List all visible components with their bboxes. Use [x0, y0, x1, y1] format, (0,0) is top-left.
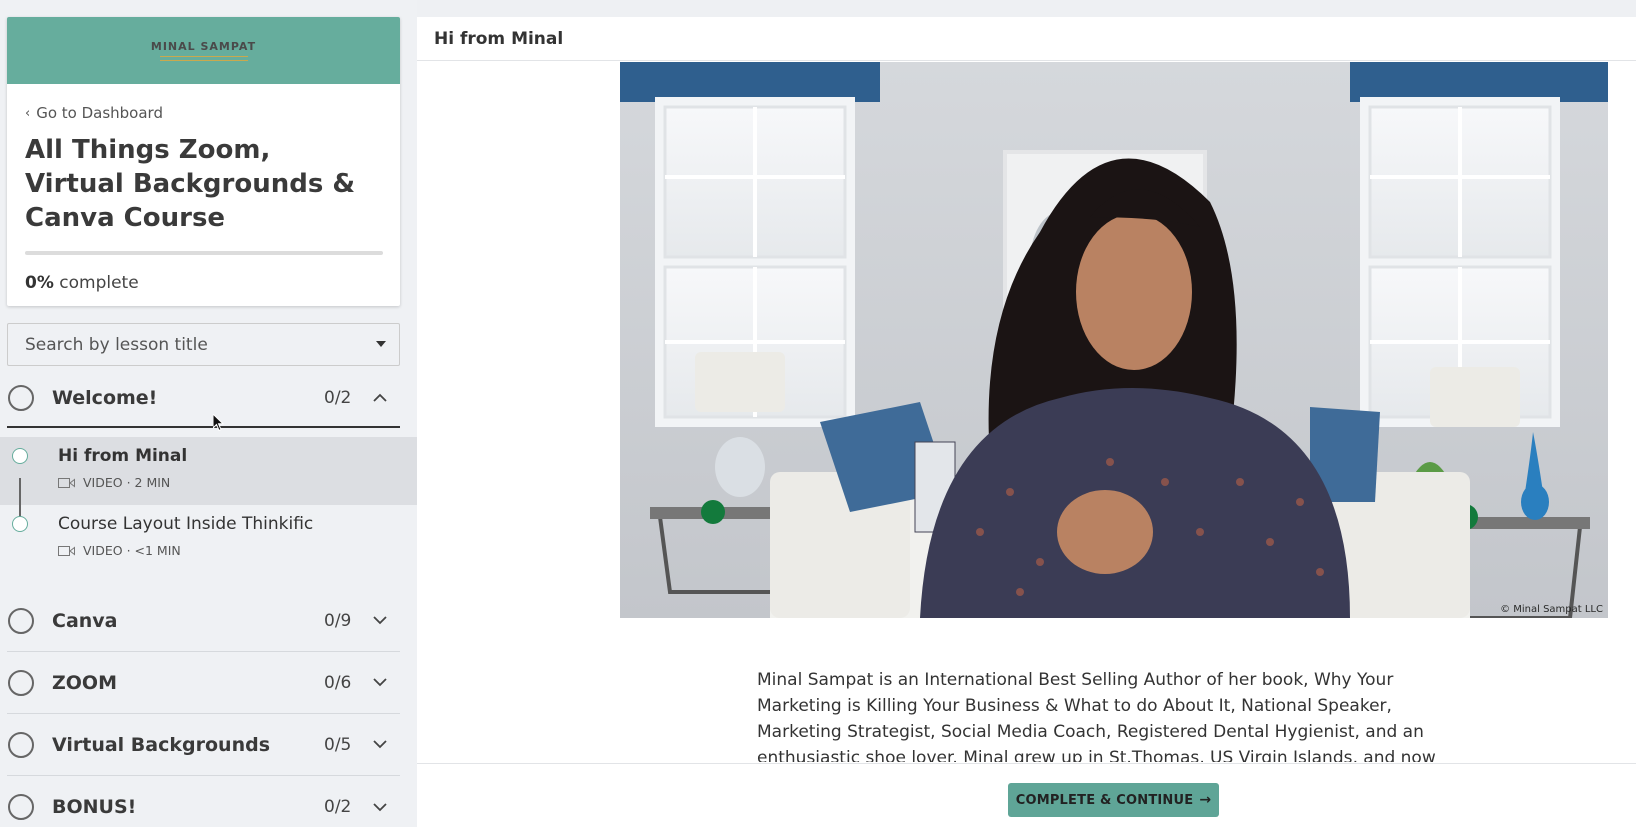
lesson-status-dot-icon — [12, 448, 28, 464]
chapter-count: 0/2 — [324, 797, 352, 817]
progress-suffix: complete — [59, 273, 139, 293]
brand-logo: MINAL SAMPAT — [150, 40, 257, 53]
lesson-meta-text: VIDEO · <1 MIN — [83, 543, 181, 558]
course-card: MINAL SAMPAT ‹ Go to Dashboard All Thing… — [7, 17, 400, 306]
chapter-welcome[interactable]: Welcome! 0/2 — [7, 369, 400, 428]
lesson-search-dropdown[interactable]: Search by lesson title — [7, 323, 400, 366]
chevron-up-icon — [372, 390, 388, 406]
chevron-down-icon — [372, 799, 388, 815]
complete-and-continue-button[interactable]: COMPLETE & CONTINUE → — [1008, 783, 1219, 817]
chapter-title: Virtual Backgrounds — [52, 733, 270, 756]
chevron-down-icon — [372, 675, 388, 691]
lesson-description: Minal Sampat is an International Best Se… — [757, 670, 1436, 762]
course-progress-bar — [25, 251, 383, 255]
back-link-label: Go to Dashboard — [36, 104, 163, 122]
brand-banner: MINAL SAMPAT — [7, 17, 400, 84]
chapter-title: ZOOM — [52, 671, 117, 694]
lesson-meta: VIDEO · <1 MIN — [58, 543, 181, 558]
cta-label: COMPLETE & CONTINUE — [1015, 792, 1194, 808]
caret-down-icon — [376, 341, 386, 347]
video-player[interactable]: © Minal Sampat LLC — [620, 62, 1608, 618]
go-to-dashboard-link[interactable]: ‹ Go to Dashboard — [25, 104, 163, 122]
arrow-right-icon: → — [1199, 792, 1212, 808]
chevron-down-icon — [372, 737, 388, 753]
chapter-status-circle-icon — [8, 731, 34, 758]
lesson-title: Hi from Minal — [58, 446, 188, 466]
chapter-bonus[interactable]: BONUS! 0/2 — [7, 776, 400, 827]
chapter-count: 0/6 — [324, 672, 352, 693]
chapter-count: 0/9 — [324, 610, 352, 631]
chapter-title: Canva — [52, 609, 118, 632]
lesson-item-course-layout[interactable]: Course Layout Inside Thinkific VIDEO · <… — [0, 505, 417, 573]
chapter-status-circle-icon — [8, 384, 34, 411]
chapter-status-circle-icon — [8, 669, 34, 696]
chapter-canva[interactable]: Canva 0/9 — [7, 590, 400, 652]
video-frame-image: © Minal Sampat LLC — [620, 62, 1608, 618]
progress-percent: 0% — [25, 273, 54, 293]
chapter-title: BONUS! — [52, 796, 137, 818]
chapter-status-circle-icon — [8, 794, 34, 820]
brand-logo-lines — [159, 56, 248, 61]
progress-text: 0% complete — [25, 273, 139, 293]
lesson-item-hi-from-minal[interactable]: Hi from Minal VIDEO · 2 MIN — [0, 437, 417, 505]
chapter-virtual-backgrounds[interactable]: Virtual Backgrounds 0/5 — [7, 714, 400, 776]
chapter-zoom[interactable]: ZOOM 0/6 — [7, 652, 400, 714]
lesson-status-dot-icon — [12, 516, 28, 532]
chevron-left-icon: ‹ — [25, 105, 31, 121]
lesson-title: Course Layout Inside Thinkific — [58, 514, 314, 534]
lesson-meta-text: VIDEO · 2 MIN — [83, 475, 171, 490]
lesson-meta: VIDEO · 2 MIN — [58, 475, 170, 490]
chapter-count: 0/5 — [324, 734, 352, 755]
chapter-count: 0/2 — [324, 387, 352, 408]
lesson-header-title: Hi from Minal — [417, 17, 1636, 61]
chevron-down-icon — [372, 613, 388, 629]
lesson-content: Hi from Minal © Minal Sampat LLC Minal S… — [417, 17, 1636, 827]
video-camera-icon — [58, 545, 75, 556]
search-placeholder: Search by lesson title — [25, 334, 208, 355]
mouse-cursor-icon — [213, 414, 225, 432]
video-watermark: © Minal Sampat LLC — [1500, 604, 1603, 615]
course-title: All Things Zoom, Virtual Backgrounds & C… — [25, 135, 356, 233]
course-sidebar: MINAL SAMPAT ‹ Go to Dashboard All Thing… — [0, 0, 417, 827]
chapter-status-circle-icon — [8, 607, 34, 634]
lesson-footer-bar: COMPLETE & CONTINUE → — [417, 763, 1636, 827]
video-camera-icon — [58, 477, 75, 488]
chapter-title: Welcome! — [52, 386, 158, 409]
